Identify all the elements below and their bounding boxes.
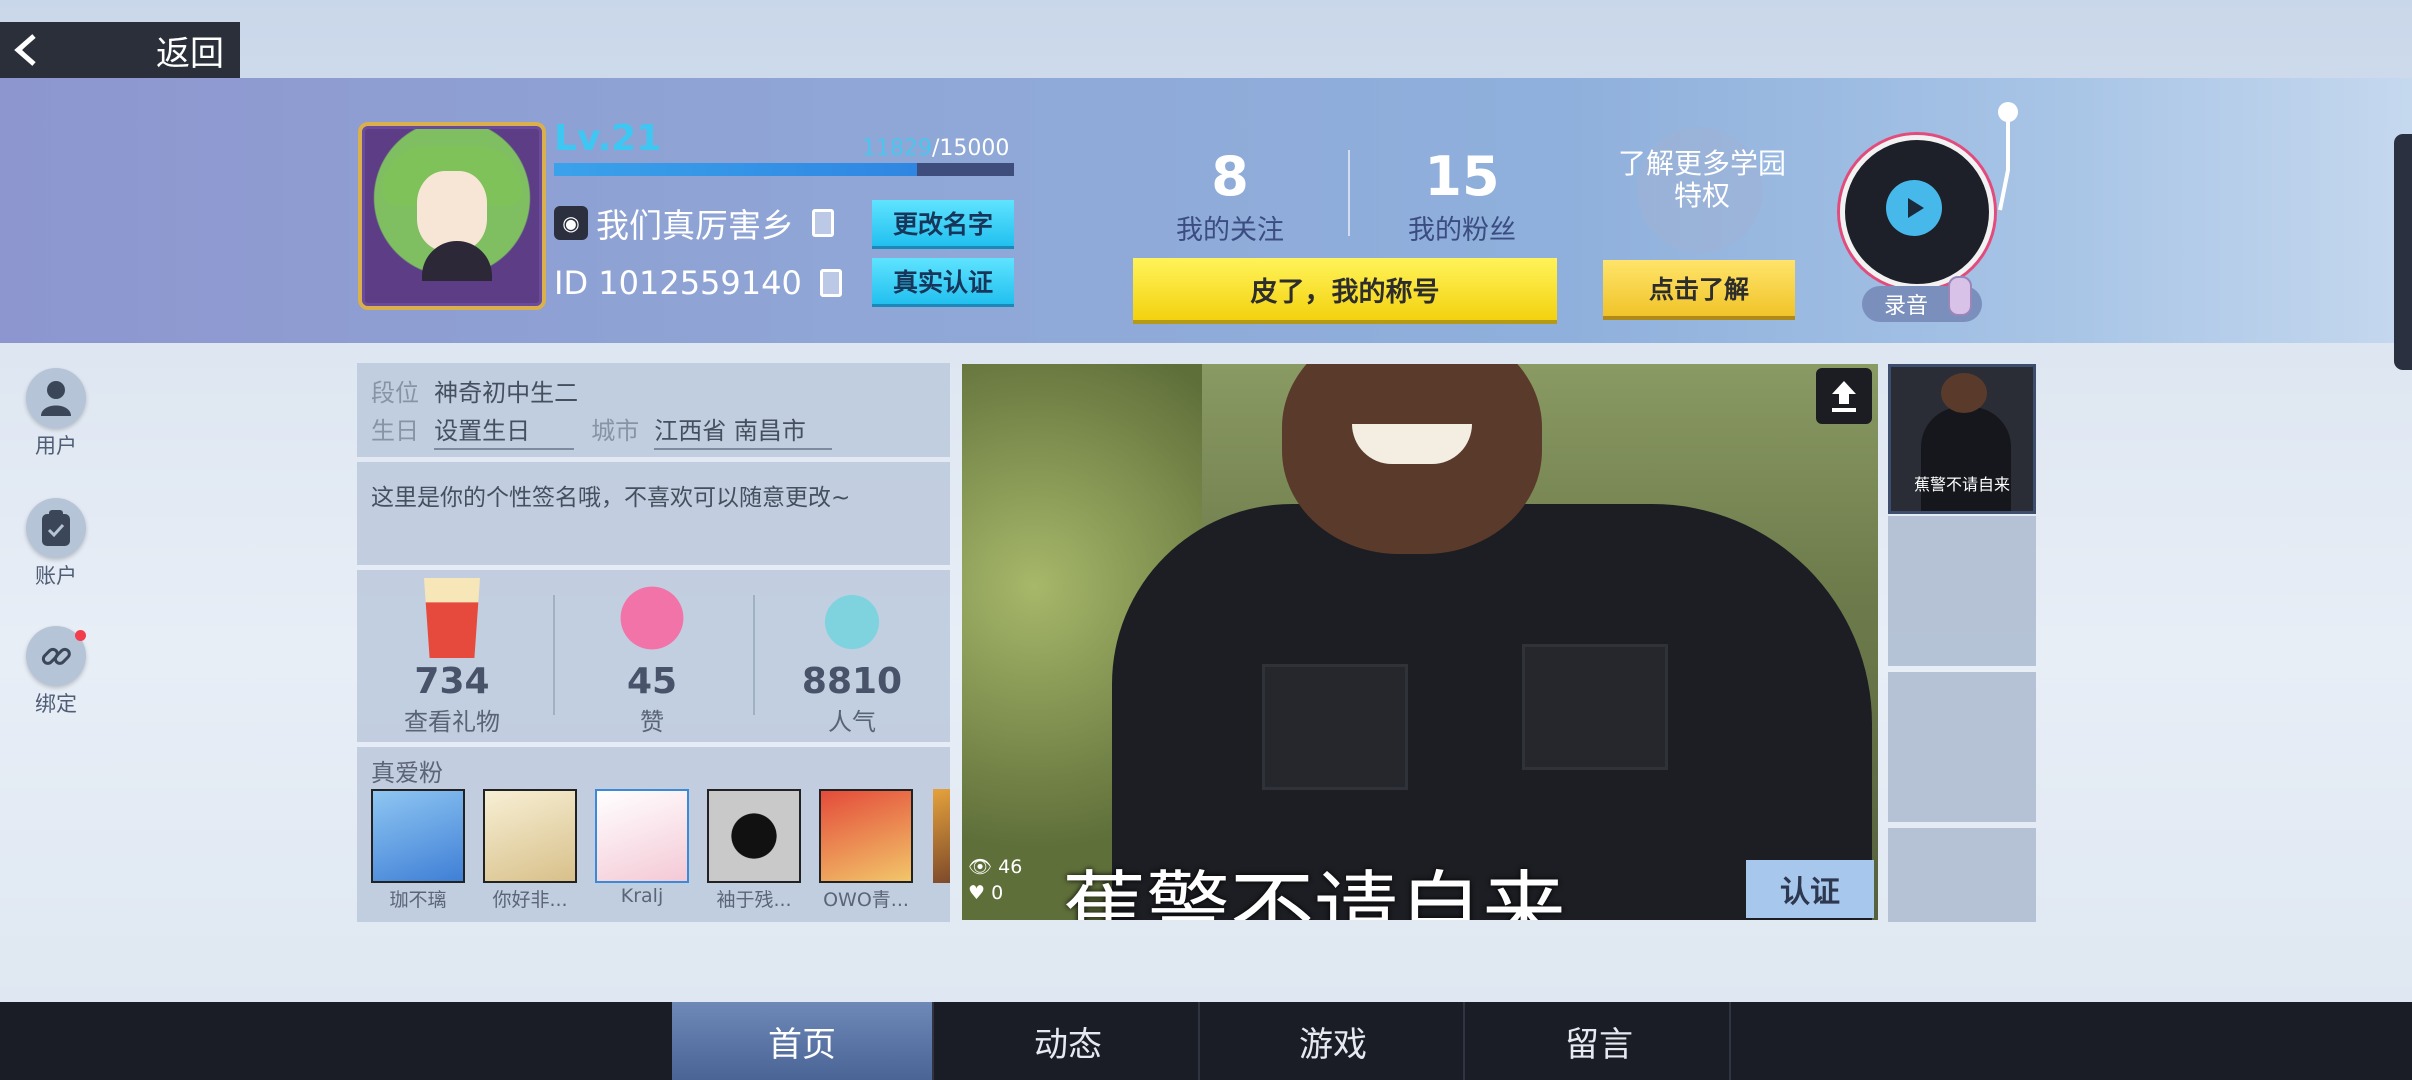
eye-icon: 👁 <box>968 856 993 878</box>
gifts-label: 查看礼物 <box>404 708 500 736</box>
rank-label: 段位 <box>371 379 419 407</box>
fan-item[interactable]: 袖于残... <box>705 789 803 912</box>
play-icon[interactable] <box>1886 180 1942 236</box>
like-count: 0 <box>991 882 1004 904</box>
fan-name: 袖于残... <box>716 889 792 911</box>
learn-more-button[interactable]: 点击了解 <box>1603 260 1795 316</box>
thumbnail-slot[interactable] <box>1888 516 2036 666</box>
likes-count: 45 <box>626 661 678 702</box>
rename-button[interactable]: 更改名字 <box>872 200 1014 246</box>
tab-messages[interactable]: 留言 <box>1469 1002 1731 1080</box>
tonearm-icon <box>1998 102 2018 211</box>
fan-item[interactable]: 你好非... <box>481 789 579 912</box>
user-icon <box>26 368 86 428</box>
copy-icon[interactable] <box>812 209 834 237</box>
name-row: ◉ 我们真厉害乡 <box>554 200 834 246</box>
real-name-verify-button[interactable]: 真实认证 <box>872 258 1014 304</box>
fans-count: 15 <box>1424 145 1500 208</box>
level-label: Lv.21 <box>554 118 662 159</box>
signature-text: 这里是你的个性签名哦，不喜欢可以随意更改~ <box>371 485 851 511</box>
xp-progress-fill <box>554 163 918 176</box>
side-scroll-handle[interactable] <box>2394 134 2412 370</box>
info-panel: 段位 神奇初中生二 生日 设置生日 城市 江西省 南昌市 <box>357 363 950 457</box>
avatar[interactable] <box>358 122 546 310</box>
main-photo[interactable]: 蕉警不请自来 👁 46 ♥ 0 认证 <box>962 364 1878 920</box>
fan-name: 珈不璃 <box>389 889 447 911</box>
photo-verify-button[interactable]: 认证 <box>1746 860 1874 918</box>
tab-feed[interactable]: 动态 <box>938 1002 1200 1080</box>
fan-avatar <box>483 789 577 883</box>
clipboard-icon <box>26 498 86 558</box>
bird-mascot-icon <box>812 578 892 658</box>
signature-panel[interactable]: 这里是你的个性签名哦，不喜欢可以随意更改~ <box>357 462 950 565</box>
copy-id-icon[interactable] <box>819 269 842 297</box>
stat-divider <box>1348 150 1350 236</box>
tab-home[interactable]: 首页 <box>672 1002 934 1080</box>
sidebar-item-label: 绑定 <box>35 692 77 716</box>
following-count: 8 <box>1211 145 1249 208</box>
fans-label: 我的粉丝 <box>1408 215 1516 246</box>
sidebar-item-account[interactable]: 账户 <box>22 498 90 590</box>
fan-name: OWO青... <box>823 889 909 911</box>
thumbnail-slot[interactable]: 蕉警不请自来 <box>1888 364 2036 514</box>
tab-games[interactable]: 游戏 <box>1203 1002 1465 1080</box>
fan-item[interactable]: OWO青... <box>817 789 915 912</box>
likes-label: 赞 <box>640 708 664 736</box>
upload-icon[interactable] <box>1816 368 1872 424</box>
view-count: 46 <box>998 856 1023 878</box>
fan-name: Kralj <box>620 885 664 907</box>
thumbnail-caption: 蕉警不请自来 <box>1913 475 2010 494</box>
notification-dot <box>75 630 86 641</box>
user-name: 我们真厉害乡 <box>596 206 794 245</box>
popularity-count: 8810 <box>801 661 903 702</box>
mic-icon <box>1948 276 1972 316</box>
city-field[interactable]: 江西省 南昌市 <box>654 411 833 450</box>
fan-avatar <box>819 789 913 883</box>
xp-text: 11829/15000 <box>862 136 1010 161</box>
gifts-stat[interactable]: 734 查看礼物 <box>367 578 537 737</box>
gift-panel: 734 查看礼物 45 赞 8810 人气 <box>357 570 950 742</box>
fan-item[interactable]: Kralj <box>593 789 691 907</box>
user-id: ID 1012559140 <box>554 264 802 302</box>
popcorn-icon <box>424 578 480 658</box>
title-button[interactable]: 皮了，我的称号 <box>1133 258 1557 320</box>
sidebar-item-label: 账户 <box>35 564 77 588</box>
back-button[interactable]: 返回 <box>0 22 240 78</box>
fan-item[interactable]: 珈不璃 <box>369 789 467 912</box>
city-label: 城市 <box>591 417 640 445</box>
privilege-text: 了解更多学园特权 <box>1617 147 1786 212</box>
fan-avatar <box>371 789 465 883</box>
back-label: 返回 <box>156 33 224 74</box>
gifts-count: 734 <box>414 661 490 702</box>
heart-icon: ♥ <box>968 882 986 904</box>
popularity-stat[interactable]: 8810 人气 <box>767 578 937 737</box>
sidebar-item-user[interactable]: 用户 <box>22 368 90 460</box>
fan-name: 你好非... <box>492 889 568 911</box>
popularity-label: 人气 <box>828 708 876 736</box>
xp-progress-bar <box>554 163 1014 176</box>
following-stat[interactable]: 8 我的关注 <box>1160 145 1300 247</box>
true-fans-title: 真爱粉 <box>371 759 443 787</box>
fan-avatar <box>707 789 801 883</box>
rank-value: 神奇初中生二 <box>434 379 579 407</box>
heart-mascot-icon <box>612 578 692 658</box>
id-row: ID 1012559140 <box>554 260 842 306</box>
likes-stat[interactable]: 45 赞 <box>567 578 737 737</box>
thumbnail-slot[interactable] <box>1888 672 2036 822</box>
birthday-field[interactable]: 设置生日 <box>434 411 575 450</box>
photo-caption: 蕉警不请自来 <box>1062 862 1567 920</box>
fan-item-partial <box>933 789 950 883</box>
fan-avatar <box>595 789 689 883</box>
true-fans-panel: 真爱粉 珈不璃 你好非... Kralj 袖于残... OWO青... <box>357 747 950 922</box>
photo-stats: 👁 46 ♥ 0 <box>968 854 1022 906</box>
sidebar-item-bind[interactable]: 绑定 <box>22 626 90 718</box>
back-arrow-icon <box>0 22 56 78</box>
thumbnail-slot[interactable] <box>1888 828 2036 922</box>
fans-stat[interactable]: 15 我的粉丝 <box>1392 145 1532 247</box>
sidebar-item-label: 用户 <box>35 434 77 458</box>
eye-icon[interactable]: ◉ <box>554 206 588 240</box>
birthday-label: 生日 <box>371 417 419 445</box>
following-label: 我的关注 <box>1176 215 1284 246</box>
